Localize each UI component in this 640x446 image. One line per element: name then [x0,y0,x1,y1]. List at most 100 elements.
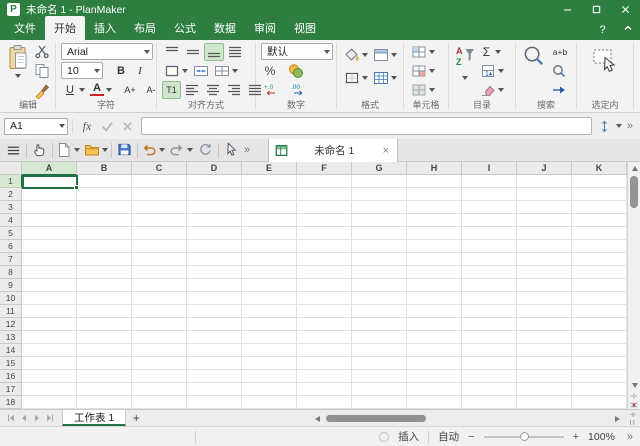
column-header-A[interactable]: A [22,162,77,175]
merge-cells-button[interactable] [191,62,211,80]
row-header-14[interactable]: 14 [0,344,22,357]
cell-D16[interactable] [187,370,242,383]
cell-C14[interactable] [132,344,187,357]
collapse-ribbon-button[interactable] [615,23,640,36]
cell-A3[interactable] [22,201,77,214]
menu-tab-file[interactable]: 文件 [5,16,45,40]
vertical-scroll-thumb[interactable] [630,176,638,208]
row-header-4[interactable]: 4 [0,214,22,227]
add-decimal-button[interactable]: +.0 [261,81,281,99]
cell-G18[interactable] [352,396,407,409]
cell-K6[interactable] [572,240,627,253]
touch-mode-button[interactable] [30,141,49,160]
cell-H18[interactable] [407,396,462,409]
cell-D8[interactable] [187,266,242,279]
split-horizontal-buttons[interactable] [626,410,640,427]
formula-input[interactable] [141,117,592,135]
cell-A6[interactable] [22,240,77,253]
valign-middle-button[interactable] [183,43,203,61]
row-header-6[interactable]: 6 [0,240,22,253]
cell-E5[interactable] [242,227,297,240]
cell-D15[interactable] [187,357,242,370]
cell-K13[interactable] [572,331,627,344]
zoom-level[interactable]: 100% [588,431,615,443]
cell-B1[interactable] [77,175,132,188]
row-header-5[interactable]: 5 [0,227,22,240]
cell-J14[interactable] [517,344,572,357]
text-orientation-button[interactable]: T1 [162,81,181,99]
cell-I8[interactable] [462,266,517,279]
column-header-B[interactable]: B [77,162,132,175]
cell-K4[interactable] [572,214,627,227]
cell-E9[interactable] [242,279,297,292]
cell-A4[interactable] [22,214,77,227]
cell-G11[interactable] [352,305,407,318]
cell-G16[interactable] [352,370,407,383]
cell-C13[interactable] [132,331,187,344]
valign-bottom-button[interactable] [204,43,224,61]
cell-H10[interactable] [407,292,462,305]
cell-F14[interactable] [297,344,352,357]
cell-H16[interactable] [407,370,462,383]
zoom-in-button[interactable]: + [573,431,579,443]
cell-D14[interactable] [187,344,242,357]
font-color-button[interactable]: A [88,81,114,99]
menu-tab-review[interactable]: 审阅 [245,16,285,40]
cell-E11[interactable] [242,305,297,318]
cell-H12[interactable] [407,318,462,331]
cell-D4[interactable] [187,214,242,227]
cell-B13[interactable] [77,331,132,344]
horizontal-scroll-thumb[interactable] [326,415,426,422]
cell-E3[interactable] [242,201,297,214]
last-sheet-button[interactable] [43,410,56,426]
cell-C1[interactable] [132,175,187,188]
cell-G14[interactable] [352,344,407,357]
cell-J12[interactable] [517,318,572,331]
cell-E12[interactable] [242,318,297,331]
cell-D2[interactable] [187,188,242,201]
scroll-right-arrow[interactable] [612,415,622,423]
remove-decimal-button[interactable]: .00 [288,81,308,99]
scroll-down-arrow[interactable] [628,379,640,392]
cell-A8[interactable] [22,266,77,279]
cell-G9[interactable] [352,279,407,292]
grow-font-button[interactable]: A+ [120,81,140,99]
font-size-select[interactable]: 10 [61,62,103,79]
cell-K17[interactable] [572,383,627,396]
cell-A2[interactable] [22,188,77,201]
open-document-button[interactable] [84,142,108,158]
copy-button[interactable] [32,62,52,80]
cell-H4[interactable] [407,214,462,227]
cell-K3[interactable] [572,201,627,214]
cell-K10[interactable] [572,292,627,305]
cell-D9[interactable] [187,279,242,292]
row-header-13[interactable]: 13 [0,331,22,344]
cell-A11[interactable] [22,305,77,318]
cell-J15[interactable] [517,357,572,370]
undo-button[interactable] [141,142,165,158]
cell-C4[interactable] [132,214,187,227]
cell-G6[interactable] [352,240,407,253]
cell-F8[interactable] [297,266,352,279]
cell-J18[interactable] [517,396,572,409]
cell-F7[interactable] [297,253,352,266]
cell-E1[interactable] [242,175,297,188]
align-center-button[interactable] [203,81,223,99]
cell-B4[interactable] [77,214,132,227]
cell-H6[interactable] [407,240,462,253]
italic-button[interactable]: I [131,62,149,80]
cell-K8[interactable] [572,266,627,279]
cell-A14[interactable] [22,344,77,357]
scroll-up-arrow[interactable] [628,162,640,175]
maximize-button[interactable] [582,0,611,19]
row-header-11[interactable]: 11 [0,305,22,318]
cell-F3[interactable] [297,201,352,214]
cell-G1[interactable] [352,175,407,188]
cell-A13[interactable] [22,331,77,344]
cell-I12[interactable] [462,318,517,331]
cell-D13[interactable] [187,331,242,344]
cell-F9[interactable] [297,279,352,292]
menu-tab-layout[interactable]: 布局 [125,16,165,40]
cell-I7[interactable] [462,253,517,266]
cell-H5[interactable] [407,227,462,240]
